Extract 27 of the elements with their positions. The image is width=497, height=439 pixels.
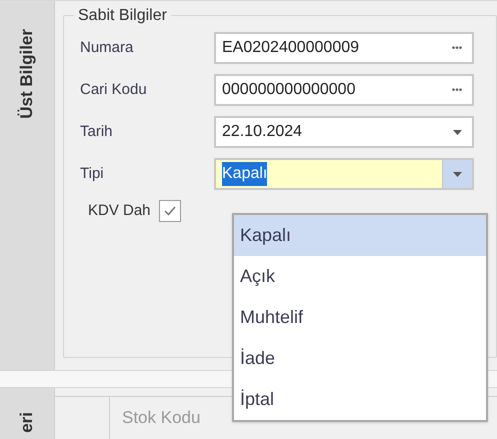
field-label: Tarih (79, 122, 114, 142)
field-value: 000000000000000 (222, 80, 356, 100)
checkbox[interactable] (158, 200, 181, 222)
lookup-field[interactable]: 000000000000000 ••• (214, 74, 474, 106)
side-tab[interactable]: eri (0, 388, 55, 439)
dropdown-item[interactable]: Kapalı (234, 215, 486, 256)
dropdown-item[interactable]: İptal (234, 379, 486, 420)
lookup-field[interactable]: EA0202400000009 ••• (214, 32, 474, 64)
dropdown-item[interactable]: İade (234, 338, 486, 379)
field-value: 22.10.2024 (222, 122, 302, 142)
dropdown-item[interactable]: Açık (234, 256, 486, 297)
ellipsis-button[interactable]: ••• (442, 34, 472, 62)
dropdown-button[interactable] (442, 160, 472, 188)
field-label: Tipi (79, 164, 105, 184)
checkbox-label: KDV Dah (88, 201, 151, 221)
ellipsis-button[interactable]: ••• (442, 76, 472, 104)
dropdown-item[interactable]: Muhtelif (234, 297, 486, 338)
field-value: EA0202400000009 (222, 38, 360, 58)
combo-field[interactable]: 22.10.2024 (214, 116, 474, 148)
side-tab[interactable]: Üst Bilgiler (0, 1, 55, 370)
field-label: Numara (79, 38, 134, 58)
caret-icon (453, 172, 462, 176)
field-label: Cari Kodu (79, 80, 148, 100)
combo-field[interactable]: Kapalı (214, 158, 474, 190)
field-value: Kapalı (222, 162, 268, 186)
checkmark-icon (164, 206, 176, 216)
caret-icon (452, 130, 462, 134)
